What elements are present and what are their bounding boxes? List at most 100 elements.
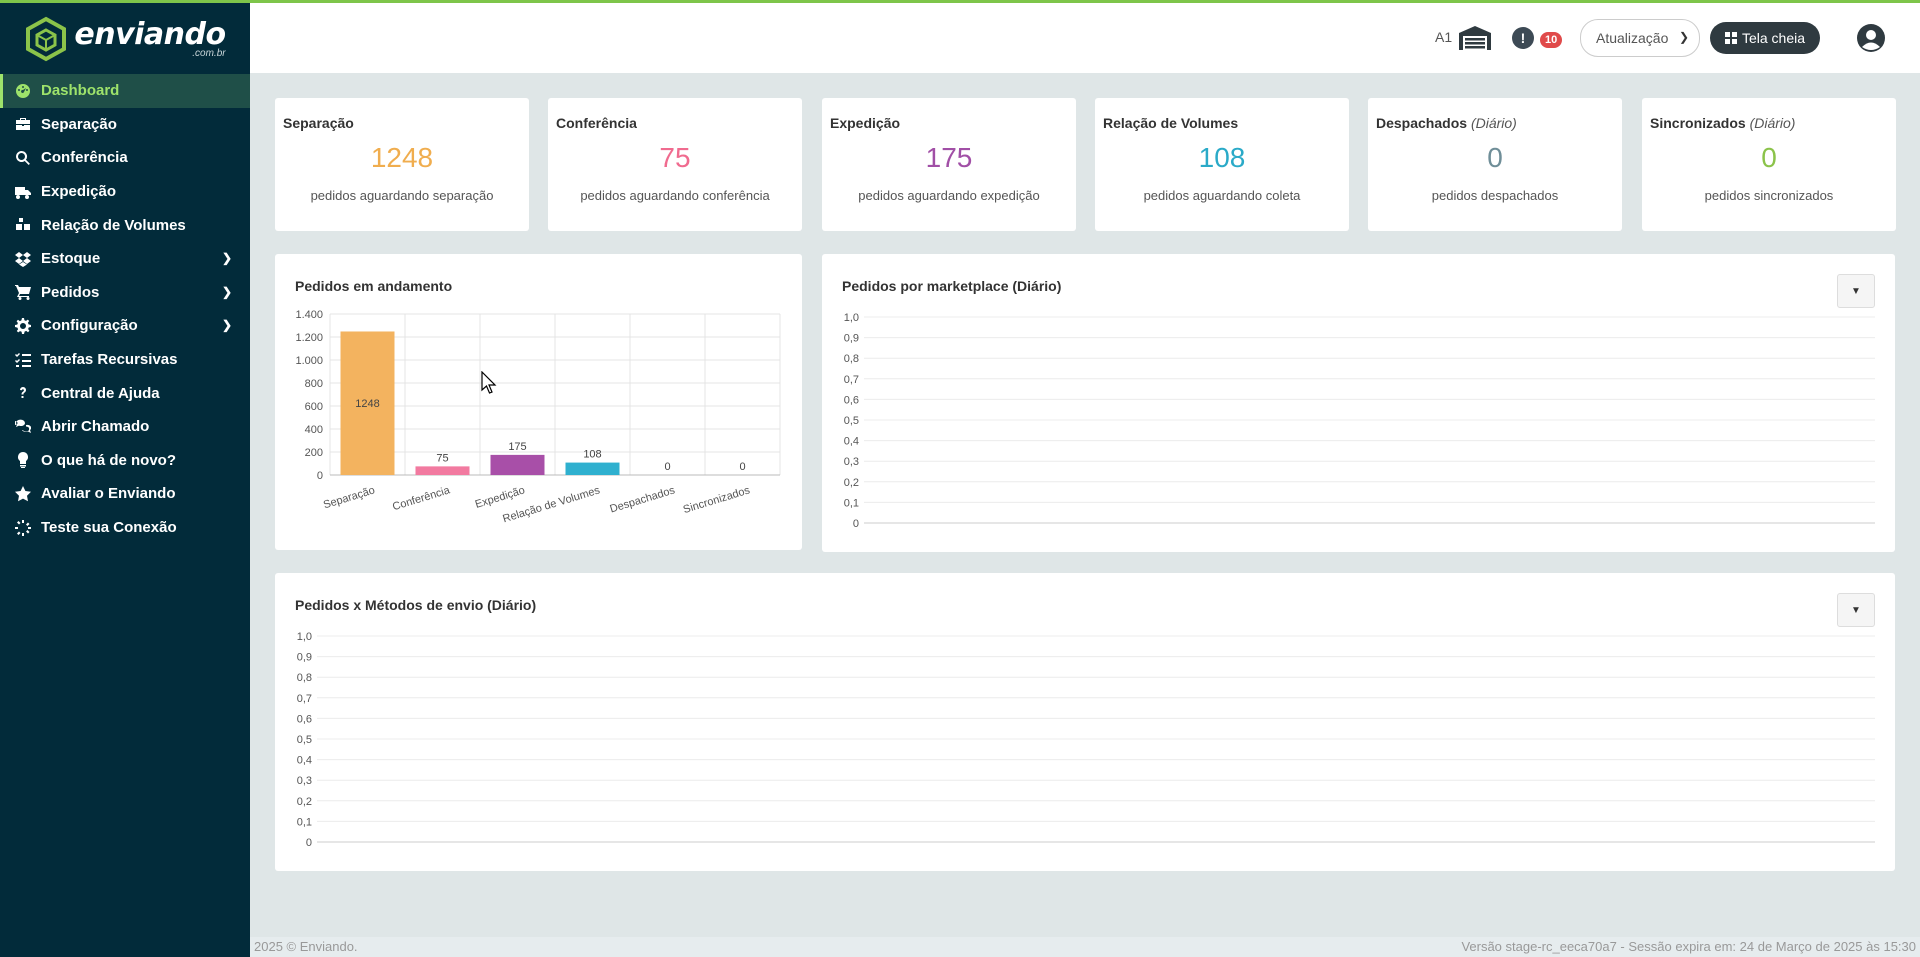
stat-title-text: Separação [283, 115, 354, 131]
stat-card[interactable]: Relação de Volumes 108 pedidos aguardando … [1095, 98, 1349, 231]
stat-card[interactable]: Expedição 175 pedidos aguardando expedição [822, 98, 1076, 231]
brand-logo[interactable]: enviando .com.br [0, 0, 250, 74]
sidebar-item-abrir-chamado[interactable]: Abrir Chamado [0, 410, 250, 444]
stat-card[interactable]: Despachados (Diário) 0 pedidos despachados [1368, 98, 1622, 231]
expand-icon [1724, 32, 1737, 44]
stat-description: pedidos aguardando separação [310, 188, 494, 203]
stat-qualifier: (Diário) [1470, 115, 1517, 131]
y-tick-label: 0,2 [297, 796, 312, 808]
brand-suffix: .com.br [192, 47, 226, 59]
y-tick-label: 0,2 [844, 477, 859, 489]
sidebar-item-label: Separação [41, 115, 117, 133]
sidebar-item-label: Relação de Volumes [41, 216, 186, 234]
sidebar-nav: Dashboard Separação Conferência Expedição Re… [0, 74, 250, 544]
sidebar-item-label: Tarefas Recursivas [41, 351, 178, 369]
top-header: A1 ! 10 Atualização ❯ Tela cheia [250, 3, 1920, 73]
stat-title: Conferência [556, 115, 637, 131]
sidebar-item-dashboard[interactable]: Dashboard [0, 74, 250, 108]
sidebar-item-label: Abrir Chamado [41, 418, 150, 436]
y-tick-label: 0,1 [844, 497, 859, 509]
fullscreen-button[interactable]: Tela cheia [1710, 22, 1820, 54]
stat-value: 75 [659, 142, 691, 173]
y-tick-label: 1.000 [295, 355, 323, 367]
search-icon [12, 149, 34, 167]
footer-version: Versão stage-rc_eeca70a7 - Sessão expira… [1461, 939, 1916, 954]
sidebar-item-separacao[interactable]: Separação [0, 108, 250, 142]
y-tick-label: 600 [305, 401, 323, 413]
warehouse-icon[interactable] [1458, 25, 1492, 51]
sidebar-item-estoque[interactable]: Estoque ❯ [0, 242, 250, 276]
y-tick-label: 0,3 [844, 456, 859, 468]
y-tick-label: 0 [306, 837, 312, 849]
stat-description: pedidos aguardando expedição [858, 188, 1040, 203]
warehouse-code[interactable]: A1 [1435, 29, 1452, 45]
tasks-icon [12, 351, 34, 369]
y-tick-label: 0,5 [297, 734, 312, 746]
sidebar-item-configuracao[interactable]: Configuração ❯ [0, 309, 250, 343]
bar-value-label: 175 [508, 441, 526, 453]
sidebar-item-pedidos[interactable]: Pedidos ❯ [0, 276, 250, 310]
footer: 2025 © Enviando. Versão stage-rc_eeca70a… [250, 937, 1920, 957]
bar[interactable] [565, 462, 620, 475]
stat-value: 108 [1198, 142, 1246, 173]
stat-card[interactable]: Conferência 75 pedidos aguardando conferên… [548, 98, 802, 231]
chevron-right-icon: ❯ [221, 318, 232, 333]
y-tick-label: 0,4 [844, 436, 859, 448]
gear-icon [12, 317, 34, 335]
cart-icon [12, 283, 34, 301]
stat-value: 0 [1761, 142, 1777, 173]
shipping-methods-chart: 0 0,1 0,2 0,3 0,4 0,5 0,6 0,7 0,8 0,9 1,0 [297, 631, 1875, 849]
sidebar-item-central-de-ajuda[interactable]: Central de Ajuda [0, 376, 250, 410]
alert-count-badge: 10 [1540, 32, 1563, 48]
bar[interactable] [415, 466, 470, 475]
sidebar-item-conferencia[interactable]: Conferência [0, 141, 250, 175]
y-tick-label: 0,9 [844, 333, 859, 345]
update-select-value: Atualização [1596, 30, 1669, 46]
y-tick-label: 1,0 [297, 631, 312, 643]
sidebar-item-label: Dashboard [41, 82, 120, 100]
cube-logo-icon [26, 16, 67, 62]
stat-title-text: Sincronizados [1650, 115, 1746, 131]
sidebar-item-relacao-de-volumes[interactable]: Relação de Volumes [0, 208, 250, 242]
sidebar-item-o-que-ha-de-novo[interactable]: O que há de novo? [0, 444, 250, 478]
sidebar-item-teste-sua-conexao[interactable]: Teste sua Conexão [0, 511, 250, 545]
sidebar: enviando .com.br Dashboard Separação Confe… [0, 0, 250, 957]
sidebar-item-avaliar-o-enviando[interactable]: Avaliar o Enviando [0, 477, 250, 511]
fullscreen-label: Tela cheia [1741, 30, 1806, 46]
stat-description: pedidos aguardando coleta [1143, 188, 1301, 203]
y-tick-label: 0,7 [297, 693, 312, 705]
sidebar-item-expedicao[interactable]: Expedição [0, 175, 250, 209]
bar[interactable] [490, 454, 545, 475]
truck-icon [12, 183, 34, 201]
chevron-down-icon: ❯ [1678, 30, 1689, 44]
y-tick-label: 0,6 [844, 394, 859, 406]
x-tick-label: Separação [322, 484, 376, 511]
spinner-icon [12, 519, 34, 537]
stat-description: pedidos sincronizados [1704, 188, 1834, 203]
y-tick-label: 0,8 [844, 353, 859, 365]
chat-icon [12, 418, 34, 436]
in-progress-bar-chart: 0 200 400 600 800 1.000 1.200 1.400 1248 Separaçã… [295, 309, 781, 525]
sidebar-item-tarefas-recursivas[interactable]: Tarefas Recursivas [0, 343, 250, 377]
mouse-cursor-icon [481, 371, 497, 394]
user-avatar-icon[interactable] [1856, 23, 1886, 53]
marketplace-chart: 0 0,1 0,2 0,3 0,4 0,5 0,6 0,7 0,8 0,9 1,0 [844, 312, 1875, 530]
x-tick-label: Expedição [474, 484, 527, 510]
stat-card[interactable]: Separação 1248 pedidos aguardando separaçã… [275, 98, 529, 231]
x-tick-label: Conferência [391, 484, 452, 513]
update-interval-select[interactable]: Atualização ❯ [1580, 19, 1700, 57]
y-tick-label: 800 [305, 378, 323, 390]
stat-card[interactable]: Sincronizados (Diário) 0 pedidos sincroniz… [1642, 98, 1896, 231]
y-tick-label: 0,4 [297, 755, 312, 767]
alert-icon[interactable]: ! [1512, 27, 1534, 49]
sidebar-item-label: O que há de novo? [41, 451, 177, 469]
briefcase-icon [12, 115, 34, 133]
footer-copyright: 2025 © Enviando. [254, 939, 358, 954]
y-tick-label: 0,5 [844, 415, 859, 427]
marketplace-panel: Pedidos por marketplace (Diário) ▼ 0 0,1 0… [822, 254, 1895, 552]
stat-title: Despachados (Diário) [1376, 115, 1517, 131]
stat-value: 175 [925, 142, 973, 173]
stat-value: 0 [1487, 142, 1503, 173]
bar-value-label: 0 [664, 461, 670, 473]
y-tick-label: 400 [305, 424, 323, 436]
